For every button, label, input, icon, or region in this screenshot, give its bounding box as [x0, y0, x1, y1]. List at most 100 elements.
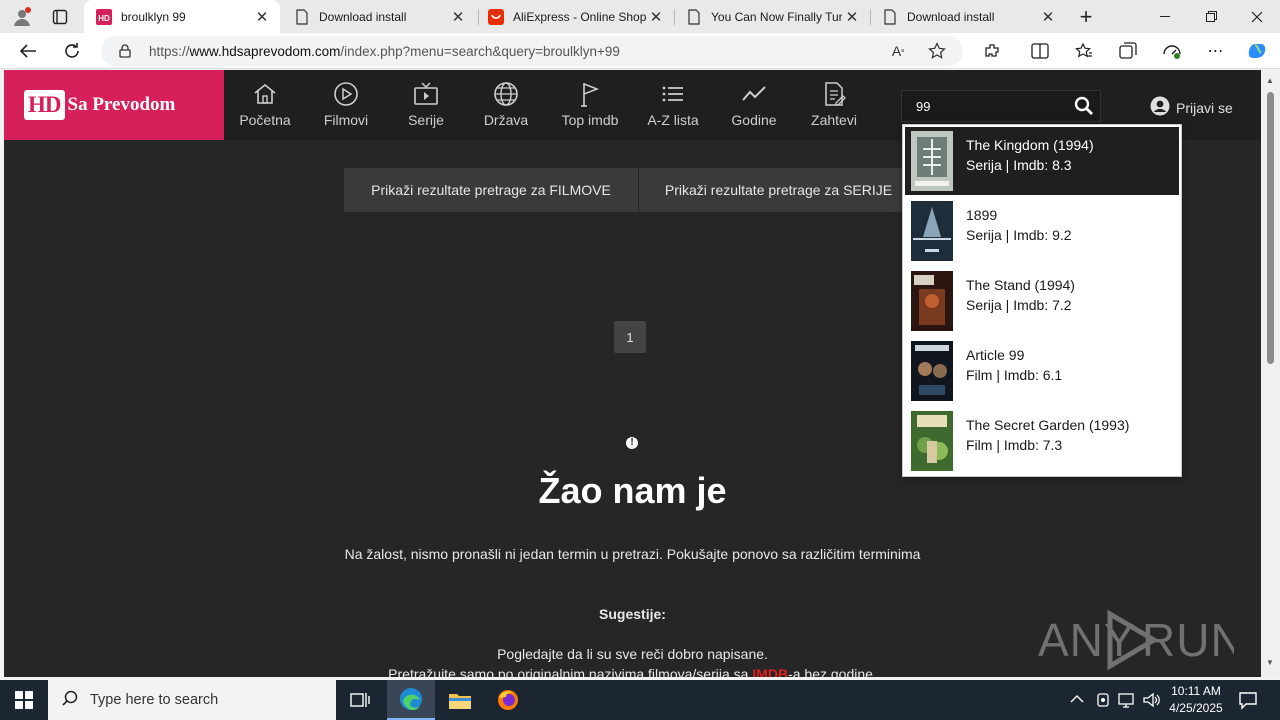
url-path: /index.php?menu=search&query=broulklyn+9… [340, 44, 620, 59]
file-explorer-icon[interactable] [436, 680, 484, 720]
scroll-thumb[interactable] [1267, 92, 1274, 364]
suggestion-2-text: Pretražujte samo po originalnim nazivima… [388, 666, 753, 677]
close-tab-icon[interactable]: ✕ [252, 8, 272, 26]
suggestion-2-end: -a bez godine. [788, 666, 877, 677]
tv-icon [386, 80, 466, 108]
address-field[interactable]: https://www.hdsaprevodom.com/index.php?m… [101, 36, 963, 66]
copilot-icon[interactable] [1244, 39, 1270, 63]
nav-label: Početna [239, 112, 291, 128]
tab-aliexpress[interactable]: AliExpress - Online Shopp ✕ [476, 0, 674, 33]
more-menu-icon[interactable]: ⋯ [1204, 39, 1228, 63]
restore-icon[interactable] [1188, 0, 1234, 33]
search-input[interactable] [902, 91, 1072, 121]
read-aloud-icon[interactable]: Aᵃ [889, 42, 907, 60]
split-screen-icon[interactable] [1028, 39, 1052, 63]
poster-the-secret-garden [911, 411, 953, 471]
refresh-icon[interactable] [58, 38, 86, 64]
profile-icon[interactable] [8, 4, 36, 30]
document-edit-icon [794, 80, 874, 108]
close-window-icon[interactable] [1234, 0, 1280, 33]
tab-label: Download install [319, 9, 407, 24]
nav-filmovi[interactable]: Filmovi [306, 80, 386, 128]
edge-taskbar-icon[interactable] [387, 680, 435, 720]
tab-actions-icon[interactable] [48, 5, 72, 29]
taskbar-search-box[interactable]: Type here to search [48, 680, 336, 720]
tab-broulklyn-99[interactable]: HD broulklyn 99 ✕ [84, 0, 280, 33]
tab-label: broulklyn 99 [121, 9, 186, 24]
taskbar-clock[interactable]: 10:11 AM 4/25/2025 [1164, 683, 1228, 717]
nav-godine[interactable]: Godine [714, 80, 794, 128]
scroll-up-icon[interactable]: ▲ [1266, 76, 1274, 85]
new-tab-icon[interactable]: + [1072, 4, 1100, 30]
scroll-down-icon[interactable]: ▼ [1266, 658, 1274, 667]
url-text[interactable]: https://www.hdsaprevodom.com/index.php?m… [149, 44, 620, 59]
login-link[interactable]: Prijavi se [1150, 96, 1233, 119]
extensions-icon[interactable] [980, 39, 1004, 63]
suggestion-title: Article 99 [966, 347, 1025, 363]
suggestion-item-article-99[interactable]: Article 99 Film | Imdb: 6.1 [905, 337, 1179, 405]
search-box [901, 90, 1101, 122]
volume-icon[interactable] [1142, 692, 1160, 711]
show-movies-button[interactable]: Prikaži rezultate pretrage za FILMOVE [344, 168, 638, 212]
clock-time: 10:11 AM [1171, 684, 1221, 698]
suggestion-title: The Stand (1994) [966, 277, 1075, 293]
windows-taskbar: Type here to search 10:11 AM 4/25/2025 [0, 680, 1280, 720]
list-icon [633, 80, 713, 108]
show-hidden-icons[interactable] [1070, 692, 1084, 707]
page-icon [686, 8, 702, 25]
close-tab-icon[interactable]: ✕ [1038, 8, 1058, 26]
close-tab-icon[interactable]: ✕ [842, 8, 862, 26]
page-scrollbar[interactable]: ▲ ▼ [1261, 70, 1280, 677]
warning-icon: ! [626, 437, 638, 449]
device-icon[interactable] [1096, 692, 1110, 711]
nav-label: A-Z lista [647, 112, 699, 128]
suggestion-item-the-kingdom[interactable]: The Kingdom (1994) Serija | Imdb: 8.3 [905, 127, 1179, 195]
task-view-icon[interactable] [336, 680, 384, 720]
lock-icon[interactable] [117, 43, 133, 59]
nav-pocetna[interactable]: Početna [225, 80, 305, 128]
collections-icon[interactable] [1116, 39, 1140, 63]
suggestion-meta: Serija | Imdb: 8.3 [966, 157, 1072, 173]
imdb-link[interactable]: IMDB [752, 666, 788, 677]
suggestion-item-the-stand[interactable]: The Stand (1994) Serija | Imdb: 7.2 [905, 267, 1179, 335]
suggestion-item-the-secret-garden[interactable]: The Secret Garden (1993) Film | Imdb: 7.… [905, 407, 1179, 475]
favorite-star-icon[interactable] [927, 41, 947, 61]
site-logo[interactable]: HD Sa Prevodom [4, 70, 224, 140]
login-label: Prijavi se [1176, 99, 1233, 116]
trend-icon [714, 80, 794, 108]
close-tab-icon[interactable]: ✕ [646, 8, 666, 26]
firefox-icon[interactable] [484, 680, 532, 720]
tab-label: AliExpress - Online Shopp [513, 9, 646, 24]
hd-logo-icon: HD [96, 8, 112, 25]
nav-serije[interactable]: Serije [386, 80, 466, 128]
nav-top-imdb[interactable]: Top imdb [550, 80, 630, 128]
nav-zahtevi[interactable]: Zahtevi [794, 80, 874, 128]
search-icon [62, 690, 78, 710]
tab-you-can-now[interactable]: You Can Now Finally Turn ✕ [674, 0, 870, 33]
close-tab-icon[interactable]: ✕ [448, 8, 468, 26]
anyrun-logo: ANY RUN [1038, 609, 1234, 671]
tab-download-install[interactable]: Download install ✕ [282, 0, 476, 33]
favorites-icon[interactable] [1072, 39, 1096, 63]
logo-text: Sa Prevodom [67, 94, 176, 115]
minimize-icon[interactable] [1142, 0, 1188, 33]
show-series-button[interactable]: Prikaži rezultate pretrage za SERIJE [638, 168, 918, 212]
search-icon[interactable] [1074, 96, 1096, 118]
tab-download-install-2[interactable]: Download install ✕ [870, 0, 1066, 33]
flag-icon [550, 80, 630, 108]
nav-a-z-lista[interactable]: A-Z lista [633, 80, 713, 128]
network-icon[interactable] [1118, 692, 1136, 711]
nav-label: Filmovi [323, 112, 369, 128]
suggestion-item-1899[interactable]: 1899 Serija | Imdb: 9.2 [905, 197, 1179, 265]
clock-date: 4/25/2025 [1169, 701, 1223, 715]
windows-start-icon[interactable] [0, 680, 48, 720]
back-icon[interactable] [14, 38, 42, 64]
poster-1899 [911, 201, 953, 261]
pagination-page-1[interactable]: 1 [614, 321, 646, 353]
svg-text:HD: HD [98, 14, 110, 23]
suggestion-title: The Secret Garden (1993) [966, 417, 1130, 433]
performance-icon[interactable] [1160, 39, 1184, 63]
notifications-icon[interactable] [1238, 690, 1258, 713]
nav-drzava[interactable]: Država [466, 80, 546, 128]
poster-the-stand [911, 271, 953, 331]
